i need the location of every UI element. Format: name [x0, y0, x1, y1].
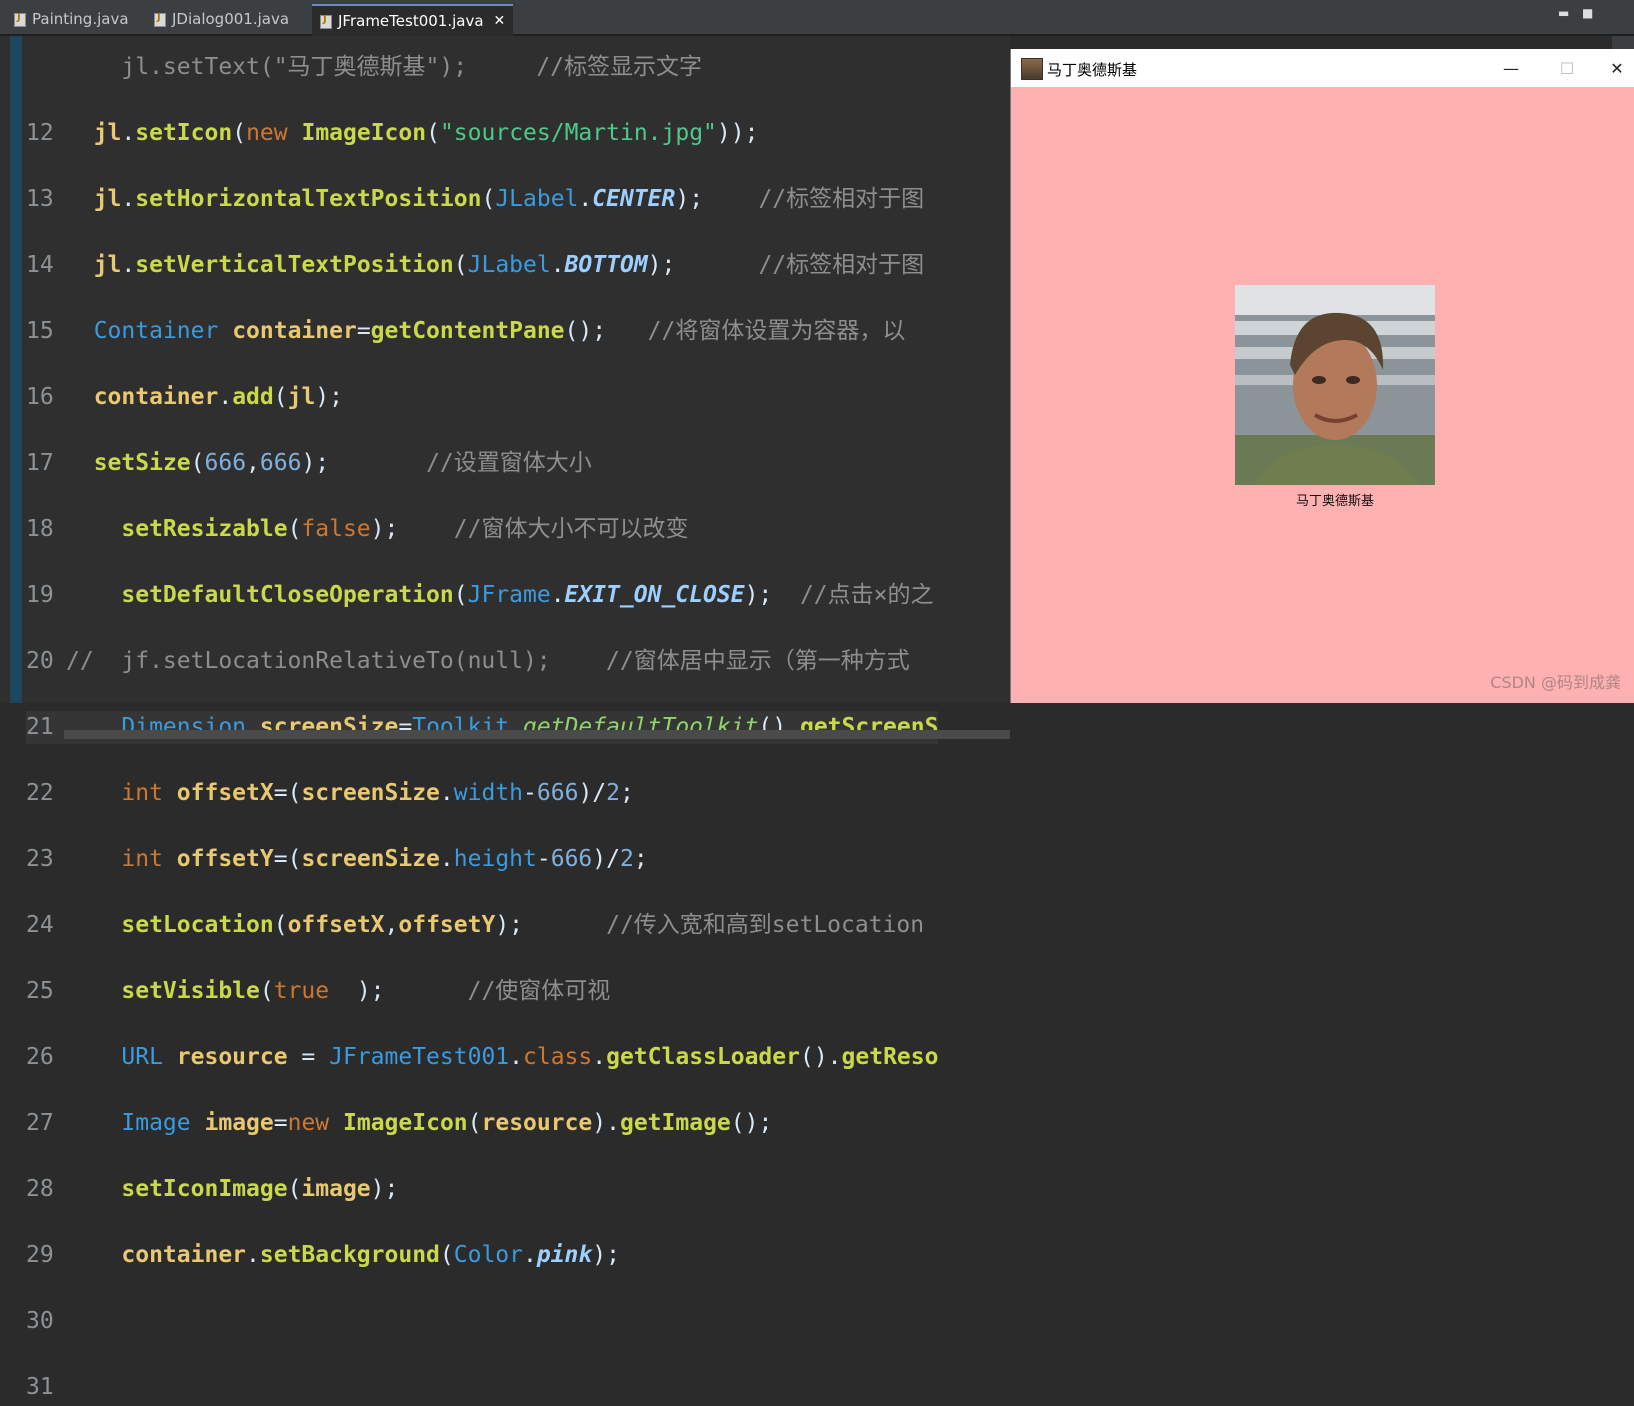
app-icon — [1021, 58, 1043, 80]
code-line-26: 26 URL resource = JFrameTest001.class.ge… — [26, 1044, 939, 1070]
close-button[interactable]: ✕ — [1597, 55, 1634, 81]
code-line-16: 16 container.add(jl); — [26, 384, 343, 410]
label-caption: 马丁奥德斯基 — [1295, 494, 1374, 509]
code-line-23: 23 int offsetY=(screenSize.height-666)/2… — [26, 846, 648, 872]
minimize-editor-icon[interactable]: ▬ — [1558, 6, 1569, 20]
window-titlebar[interactable]: 马丁奥德斯基 — ☐ ✕ — [1011, 49, 1634, 87]
code-line-31: 31 — [26, 1374, 54, 1400]
label-image — [1235, 285, 1435, 485]
code-line-19: 19 setDefaultCloseOperation(JFrame.EXIT_… — [26, 582, 934, 608]
code-area[interactable]: jl.setText("马丁奥德斯基"); //标签显示文字 12 jl.set… — [26, 18, 939, 1406]
code-line-12: 12 jl.setIcon(new ImageIcon("sources/Mar… — [26, 120, 759, 146]
code-line-14: 14 jl.setVerticalTextPosition(JLabel.BOT… — [26, 252, 925, 278]
code-line-17: 17 setSize(666,666); //设置窗体大小 — [26, 450, 592, 476]
code-line-15: 15 Container container=getContentPane();… — [26, 318, 906, 344]
code-line-13: 13 jl.setHorizontalTextPosition(JLabel.C… — [26, 186, 925, 212]
maximize-editor-icon[interactable]: ■ — [1582, 6, 1593, 20]
code-line-24: 24 setLocation(offsetX,offsetY); //传入宽和高… — [26, 912, 925, 938]
code-line-30: 30 — [26, 1308, 54, 1334]
code-line-21: 21 Dimension screenSize=Toolkit.getDefau… — [26, 711, 939, 744]
java-file-icon — [14, 12, 26, 27]
code-line-18: 18 setResizable(false); //窗体大小不可以改变 — [26, 516, 689, 542]
code-line-27: 27 Image image=new ImageIcon(resource).g… — [26, 1110, 773, 1136]
watermark-text: CSDN @码到成龚 — [1490, 673, 1621, 692]
editor-gutter-stripe — [10, 36, 22, 703]
portrait-image — [1235, 285, 1435, 485]
window-title: 马丁奥德斯基 — [1047, 61, 1138, 79]
code-line-28: 28 setIconImage(image); — [26, 1176, 399, 1202]
horizontal-scrollbar[interactable] — [64, 730, 1010, 739]
code-line-partial: jl.setText("马丁奥德斯基"); //标签显示文字 — [66, 54, 703, 80]
code-line-25: 25 setVisible(true ); //使窗体可视 — [26, 978, 611, 1004]
code-editor[interactable]: jl.setText("马丁奥德斯基"); //标签显示文字 12 jl.set… — [0, 36, 1010, 1400]
maximize-button[interactable]: ☐ — [1547, 55, 1587, 81]
code-line-20: 20// jf.setLocationRelativeTo(null); //窗… — [26, 648, 910, 674]
code-line-29: 29 container.setBackground(Color.pink); — [26, 1242, 620, 1268]
code-line-22: 22 int offsetX=(screenSize.width-666)/2; — [26, 780, 634, 806]
minimize-button[interactable]: — — [1491, 55, 1531, 81]
jframe-window: 马丁奥德斯基 — ☐ ✕ 马丁奥德斯基 CSDN @码到成龚 — [1010, 49, 1634, 703]
